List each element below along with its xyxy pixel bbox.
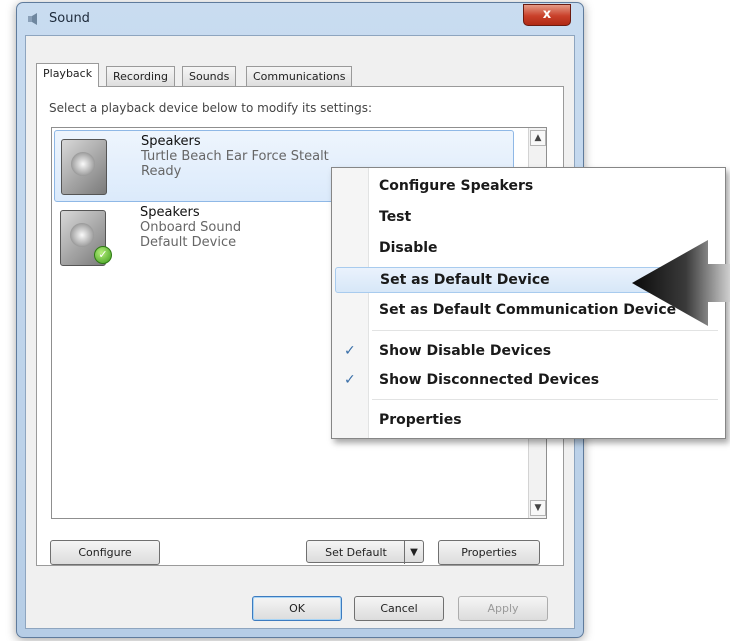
menu-item-show-disconnected-devices[interactable]: ✓ Show Disconnected Devices: [335, 367, 722, 393]
cancel-button[interactable]: Cancel: [354, 596, 444, 621]
speaker-icon: [61, 139, 107, 195]
menu-item-label: Test: [379, 209, 412, 225]
set-default-button-label: Set Default: [325, 546, 387, 559]
device-description: Turtle Beach Ear Force Stealt: [141, 149, 329, 164]
ok-button[interactable]: OK: [252, 596, 342, 621]
window-title: Sound: [49, 11, 90, 26]
tab-sounds[interactable]: Sounds: [182, 66, 237, 86]
sound-icon: [28, 13, 37, 25]
menu-item-show-disable-devices[interactable]: ✓ Show Disable Devices: [335, 338, 722, 364]
menu-item-label: Show Disconnected Devices: [379, 372, 600, 388]
callout-arrow-icon: [632, 240, 730, 326]
tab-recording[interactable]: Recording: [106, 66, 176, 86]
device-name: Speakers: [140, 205, 200, 220]
scroll-down-icon[interactable]: ▼: [530, 500, 546, 516]
menu-item-label: Disable: [379, 240, 438, 256]
configure-button-label: Configure: [78, 546, 132, 559]
title-bar[interactable]: Sound x: [17, 3, 583, 35]
menu-item-configure-speakers[interactable]: Configure Speakers: [335, 173, 722, 199]
set-default-dropdown-icon[interactable]: ▼: [404, 541, 423, 564]
device-status: Default Device: [140, 235, 237, 250]
set-default-button[interactable]: Set Default ▼: [306, 540, 424, 564]
close-button[interactable]: x: [523, 4, 571, 26]
scroll-up-icon[interactable]: ▲: [530, 130, 546, 146]
properties-button-label: Properties: [461, 546, 517, 559]
device-text: Speakers Onboard Sound Default Device: [140, 205, 241, 250]
device-name: Speakers: [141, 134, 201, 149]
instructions-text: Select a playback device below to modify…: [49, 101, 373, 115]
apply-button[interactable]: Apply: [458, 596, 548, 621]
tab-communications[interactable]: Communications: [246, 66, 353, 86]
menu-item-test[interactable]: Test: [335, 204, 722, 230]
configure-button[interactable]: Configure: [50, 540, 160, 565]
checkmark-icon: ✓: [344, 372, 356, 388]
menu-item-label: Properties: [379, 412, 462, 428]
default-check-badge-icon: ✓: [94, 246, 112, 264]
menu-separator: [372, 330, 718, 331]
properties-button[interactable]: Properties: [438, 540, 540, 565]
menu-item-properties[interactable]: Properties: [335, 407, 722, 433]
device-text: Speakers Turtle Beach Ear Force Stealt R…: [141, 134, 329, 179]
menu-item-label: Configure Speakers: [379, 178, 534, 194]
tab-playback[interactable]: Playback: [36, 63, 100, 87]
menu-separator: [372, 399, 718, 400]
menu-item-label: Set as Default Device: [380, 272, 550, 288]
device-status: Ready: [141, 164, 182, 179]
checkmark-icon: ✓: [344, 343, 356, 359]
device-description: Onboard Sound: [140, 220, 242, 235]
menu-item-label: Show Disable Devices: [379, 343, 552, 359]
